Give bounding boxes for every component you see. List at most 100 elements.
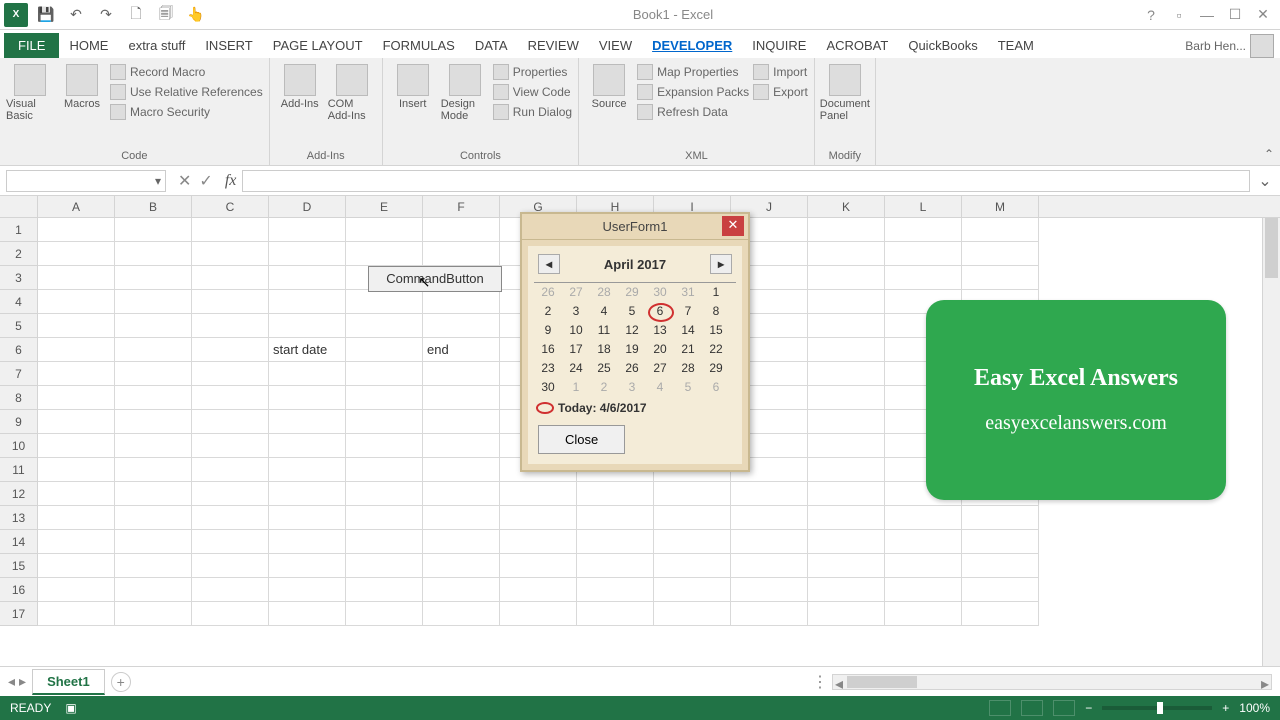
cell[interactable] [500, 506, 577, 530]
calendar-day[interactable]: 20 [646, 340, 674, 359]
calendar-day[interactable]: 4 [590, 302, 618, 321]
cell[interactable] [192, 362, 269, 386]
cell[interactable] [808, 602, 885, 626]
cell[interactable] [654, 578, 731, 602]
calendar-day[interactable]: 28 [674, 359, 702, 378]
cell[interactable] [346, 554, 423, 578]
macros-button[interactable]: Macros [58, 62, 106, 110]
tab-split-icon[interactable]: ⋮ [812, 672, 828, 692]
cell[interactable] [115, 530, 192, 554]
calendar-day[interactable]: 23 [534, 359, 562, 378]
cell[interactable] [115, 290, 192, 314]
calendar-day[interactable]: 5 [674, 378, 702, 397]
column-header[interactable]: C [192, 196, 269, 217]
userform-titlebar[interactable]: UserForm1 ✕ [522, 214, 748, 240]
cell[interactable] [346, 338, 423, 362]
zoom-slider[interactable] [1102, 706, 1212, 710]
cell[interactable] [115, 578, 192, 602]
user-account[interactable]: Barb Hen... [1185, 34, 1280, 58]
cell[interactable] [346, 242, 423, 266]
cell[interactable] [346, 386, 423, 410]
cell[interactable] [346, 530, 423, 554]
scroll-right-icon[interactable]: ▸ [1261, 674, 1269, 694]
cell[interactable] [269, 602, 346, 626]
tab-home[interactable]: HOME [59, 33, 118, 58]
collapse-ribbon-icon[interactable]: ⌃ [1264, 147, 1274, 161]
cell[interactable] [115, 218, 192, 242]
cell[interactable] [962, 218, 1039, 242]
cell[interactable] [38, 506, 115, 530]
cell[interactable] [269, 410, 346, 434]
cell[interactable] [423, 554, 500, 578]
cell[interactable] [423, 314, 500, 338]
import-button[interactable]: Import [753, 62, 808, 82]
column-header[interactable]: F [423, 196, 500, 217]
cell[interactable] [38, 458, 115, 482]
cell[interactable] [38, 578, 115, 602]
column-header[interactable]: M [962, 196, 1039, 217]
cell[interactable] [192, 266, 269, 290]
cell[interactable] [885, 530, 962, 554]
design-mode-button[interactable]: Design Mode [441, 62, 489, 122]
cell[interactable] [731, 482, 808, 506]
prev-sheet-icon[interactable]: ◂ [8, 673, 15, 690]
row-header[interactable]: 13 [0, 506, 38, 530]
cell[interactable] [38, 338, 115, 362]
name-box[interactable]: ▾ [6, 170, 166, 192]
calendar-day[interactable]: 12 [618, 321, 646, 340]
cell[interactable] [269, 482, 346, 506]
view-code-button[interactable]: View Code [493, 82, 572, 102]
calendar-day[interactable]: 26 [618, 359, 646, 378]
calendar-day[interactable]: 19 [618, 340, 646, 359]
cell[interactable] [192, 554, 269, 578]
ribbon-options-icon[interactable]: ▫ [1166, 4, 1192, 26]
calendar-day[interactable]: 27 [646, 359, 674, 378]
cell[interactable]: end [423, 338, 500, 362]
cell[interactable] [808, 362, 885, 386]
tab-file[interactable]: FILE [4, 33, 59, 58]
cell[interactable] [885, 266, 962, 290]
cell[interactable] [115, 410, 192, 434]
cancel-formula-icon[interactable]: ✕ [178, 171, 191, 191]
formula-input[interactable] [242, 170, 1250, 192]
row-header[interactable]: 3 [0, 266, 38, 290]
row-header[interactable]: 14 [0, 530, 38, 554]
maximize-icon[interactable]: ☐ [1222, 4, 1248, 26]
cell[interactable] [192, 242, 269, 266]
cell[interactable] [346, 578, 423, 602]
page-break-view-button[interactable] [1053, 700, 1075, 716]
cell[interactable] [808, 458, 885, 482]
row-header[interactable]: 2 [0, 242, 38, 266]
cell[interactable] [269, 386, 346, 410]
userform-close-button[interactable]: ✕ [722, 216, 744, 236]
cell[interactable] [269, 314, 346, 338]
refresh-data-button[interactable]: Refresh Data [637, 102, 749, 122]
cell[interactable] [346, 434, 423, 458]
cell[interactable] [269, 554, 346, 578]
cell[interactable] [423, 290, 500, 314]
new-icon[interactable]: 🗋 [124, 3, 148, 27]
cell[interactable] [38, 314, 115, 338]
row-header[interactable]: 6 [0, 338, 38, 362]
cell[interactable] [500, 482, 577, 506]
cell[interactable] [808, 290, 885, 314]
tab-page-layout[interactable]: PAGE LAYOUT [263, 33, 373, 58]
horizontal-scroll-thumb[interactable] [847, 676, 917, 688]
cell[interactable] [38, 410, 115, 434]
cell[interactable] [423, 410, 500, 434]
row-header[interactable]: 17 [0, 602, 38, 626]
cell[interactable] [500, 530, 577, 554]
cell[interactable] [423, 602, 500, 626]
cell[interactable] [38, 362, 115, 386]
cell[interactable] [38, 482, 115, 506]
cell[interactable] [192, 290, 269, 314]
cell[interactable] [654, 506, 731, 530]
calendar-day[interactable]: 11 [590, 321, 618, 340]
cell[interactable] [423, 578, 500, 602]
cell[interactable] [38, 386, 115, 410]
sheet-nav[interactable]: ◂▸ [8, 673, 26, 690]
calendar-day[interactable]: 26 [534, 283, 562, 302]
cell[interactable] [808, 242, 885, 266]
next-sheet-icon[interactable]: ▸ [19, 673, 26, 690]
open-icon[interactable]: 🗐 [154, 3, 178, 27]
